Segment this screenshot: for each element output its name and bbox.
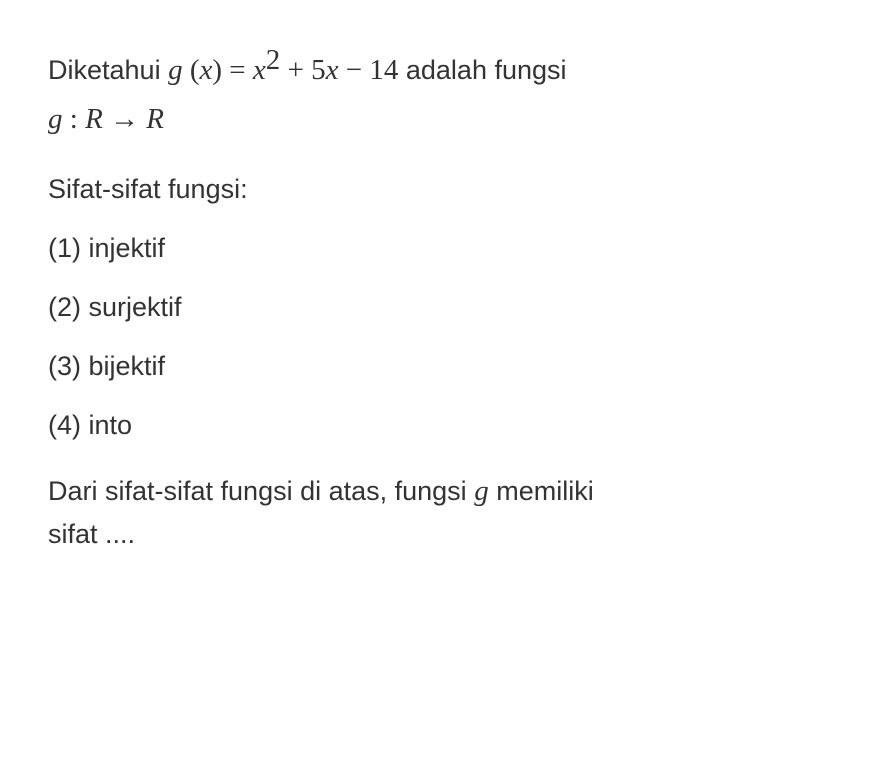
conclusion-prefix: Dari sifat-sifat fungsi di atas, fungsi	[48, 476, 474, 506]
option-4: (4) into	[48, 410, 830, 441]
func-g: g	[168, 54, 183, 86]
func-x3: x	[326, 54, 339, 86]
domain-colon: :	[63, 103, 86, 135]
func-x2: x	[253, 54, 266, 86]
domain-g: g	[48, 103, 63, 135]
conclusion-line2: sifat ....	[48, 519, 135, 549]
open-paren: (	[183, 54, 200, 86]
func-sq: 2	[266, 44, 281, 76]
conclusion-suffix: memiliki	[496, 476, 594, 506]
option-2: (2) surjektif	[48, 292, 830, 323]
close-paren-eq: ) =	[212, 54, 253, 86]
func-plus5: + 5	[280, 54, 325, 86]
intro-prefix: Diketahui	[48, 55, 168, 85]
problem-statement-line1: Diketahui g (x) = x2 + 5x − 14 adalah fu…	[48, 38, 830, 93]
option-1: (1) injektif	[48, 233, 830, 264]
domain-R2: R	[146, 103, 164, 135]
problem-statement-line2: g : R → R	[48, 97, 830, 142]
section-title: Sifat-sifat fungsi:	[48, 174, 830, 205]
conclusion-g: g	[474, 475, 489, 507]
domain-R1: R	[85, 103, 103, 135]
conclusion: Dari sifat-sifat fungsi di atas, fungsi …	[48, 469, 830, 556]
domain-arrow: →	[103, 103, 147, 135]
func-minus14: − 14	[339, 54, 399, 86]
option-3: (3) bijektif	[48, 351, 830, 382]
intro-suffix: adalah fungsi	[406, 55, 567, 85]
func-x: x	[200, 54, 213, 86]
